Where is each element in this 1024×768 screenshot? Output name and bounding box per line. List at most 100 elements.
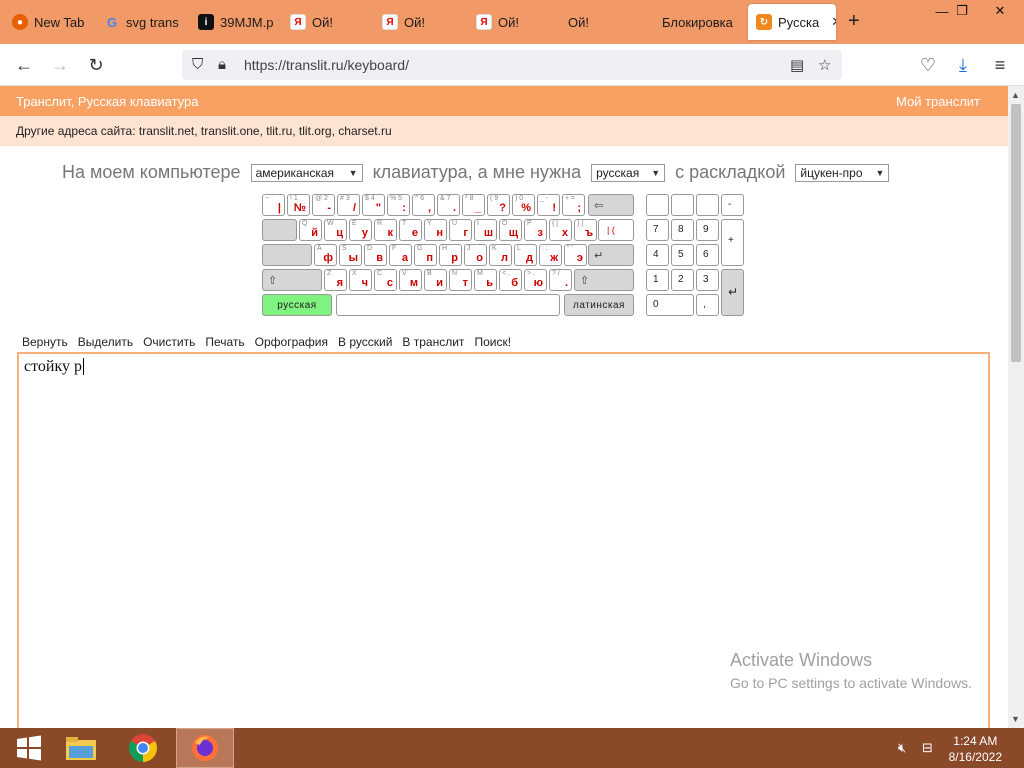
numpad-key-minus[interactable]: - [721,194,744,216]
numpad-key-blank[interactable] [696,194,719,216]
numpad-key-5[interactable]: 5 [671,244,694,266]
key-row1-7[interactable]: & 7. [437,194,460,216]
toolbar-link-1[interactable]: Выделить [78,335,133,349]
tab-svg-trans[interactable]: G svg trans [96,4,186,40]
numpad-key-6[interactable]: 6 [696,244,719,266]
key-row3-8[interactable]: Lд [514,244,537,266]
restore-button[interactable]: ❐ [942,0,982,22]
key-tab[interactable] [262,219,297,241]
menu-icon[interactable]: ≡ [988,53,1012,77]
chrome-button[interactable] [114,728,172,768]
url-text[interactable]: https://translit.ru/keyboard/ [244,57,409,73]
key-row3-9[interactable]: : ; ж [539,244,562,266]
reload-button[interactable]: ↻ [84,53,108,77]
key-row3-5[interactable]: Hр [439,244,462,266]
layout-select[interactable]: йцукен-про ▼ [795,163,890,182]
tab-oi-1[interactable]: Я Ой! [282,4,374,40]
key-russian[interactable]: русская [262,294,332,316]
key-row4-3[interactable]: Vм [399,269,422,291]
volume-muted-icon[interactable]: 🔇︎ [898,740,906,756]
close-icon[interactable]: ✕ [831,14,836,30]
start-button[interactable] [0,728,58,768]
key-row2-7[interactable]: Iш [474,219,497,241]
key-row3-3[interactable]: Fа [389,244,412,266]
key-row4-4[interactable]: Bи [424,269,447,291]
toolbar-link-7[interactable]: Поиск! [474,335,511,349]
pocket-icon[interactable]: ♡ [916,53,940,77]
key-row3-7[interactable]: Kл [489,244,512,266]
numpad-key-0[interactable]: 0 [646,294,694,316]
numpad-key-9[interactable]: 9 [696,219,719,241]
file-explorer-button[interactable] [52,728,110,768]
key-row4-6[interactable]: Mь [474,269,497,291]
key-row1-3[interactable]: # 3/ [337,194,360,216]
tab-blokirovka[interactable]: Блокировка [654,4,746,40]
tab-oi-2[interactable]: Я Ой! [374,4,466,40]
key-latin[interactable]: латинская [564,294,634,316]
firefox-taskbar-button[interactable] [176,728,234,768]
key-row3-4[interactable]: Gп [414,244,437,266]
key-row2-9[interactable]: Pз [524,219,547,241]
numpad-key-blank[interactable] [646,194,669,216]
key-row2-6[interactable]: Uг [449,219,472,241]
download-icon[interactable]: ⤓ [951,53,975,77]
bookmark-star-icon[interactable]: ☆ [818,56,831,74]
key-row1-8[interactable]: * 8 _ [462,194,485,216]
key-row2-0[interactable]: Qй [299,219,322,241]
toolbar-link-6[interactable]: В транслит [402,335,464,349]
numpad-key-7[interactable]: 7 [646,219,669,241]
key-row1-6[interactable]: ^ 6, [412,194,435,216]
key-row2-5[interactable]: Yн [424,219,447,241]
numpad-key-8[interactable]: 8 [671,219,694,241]
key-row3-1[interactable]: Sы [339,244,362,266]
page-scrollbar[interactable]: ▲ ▼ [1008,86,1024,728]
key-row4-2[interactable]: Cс [374,269,397,291]
key-row2-4[interactable]: Tе [399,219,422,241]
tab-russkaya[interactable]: ↻ Русска ✕ [748,4,836,40]
key-row3-10[interactable]: " ' э [564,244,587,266]
key-row4-1[interactable]: Xч [349,269,372,291]
system-clock[interactable]: 1:24 AM 8/16/2022 [949,733,1002,765]
tab-oi-4[interactable]: Ой! [560,4,650,40]
key-row2-8[interactable]: Oщ [499,219,522,241]
key-row4-0[interactable]: Zя [324,269,347,291]
toolbar-link-2[interactable]: Очистить [143,335,195,349]
key-row4-8[interactable]: > .ю [524,269,547,291]
target-language-select[interactable]: русская ▼ [591,163,666,182]
tab-new-tab[interactable]: ● New Tab [4,4,96,40]
key-row4-5[interactable]: Nт [449,269,472,291]
key-row1-9[interactable]: ( 9? [487,194,510,216]
key-row1-11[interactable]: _ -! [537,194,560,216]
new-tab-button[interactable]: + [848,10,860,33]
source-keyboard-select[interactable]: американская ▼ [250,163,363,182]
key-row2-2[interactable]: Eу [349,219,372,241]
key-row1-4[interactable]: $ 4 " [362,194,385,216]
numpad-key-plus[interactable]: + [721,219,744,266]
forward-button[interactable]: → [48,53,72,77]
numpad-key-comma[interactable]: , [696,294,719,316]
toolbar-link-0[interactable]: Вернуть [22,335,68,349]
key-row3-2[interactable]: Dв [364,244,387,266]
key-shift-left[interactable]: ⇧ [262,269,322,291]
numpad-key-1[interactable]: 1 [646,269,669,291]
key-row2-1[interactable]: Wц [324,219,347,241]
back-button[interactable]: ← [12,53,36,77]
network-icon[interactable]: ⊟ [922,740,933,756]
lock-icon[interactable]: 🔒︎ [218,56,226,73]
reader-view-icon[interactable]: ▤ [790,56,804,74]
scroll-up-icon[interactable]: ▲ [1011,90,1020,100]
key-enter[interactable]: ↵ [588,244,634,266]
numpad-key-4[interactable]: 4 [646,244,669,266]
scroll-down-icon[interactable]: ▼ [1011,714,1020,724]
key-backspace[interactable]: ⇦ [588,194,634,216]
key-row4-7[interactable]: < ,б [499,269,522,291]
key-row3-0[interactable]: Aф [314,244,337,266]
numpad-key-enter[interactable]: ↵ [721,269,744,316]
url-bar[interactable]: ⛉ 🔒︎ https://translit.ru/keyboard/ ▤ ☆ [182,50,842,80]
numpad-key-2[interactable]: 2 [671,269,694,291]
key-space[interactable] [336,294,560,316]
toolbar-link-5[interactable]: В русский [338,335,392,349]
key-row1-2[interactable]: @ 2- [312,194,335,216]
key-row1-1[interactable]: ! 1 № [287,194,310,216]
tab-39mjm[interactable]: i 39MJM.p [190,4,280,40]
